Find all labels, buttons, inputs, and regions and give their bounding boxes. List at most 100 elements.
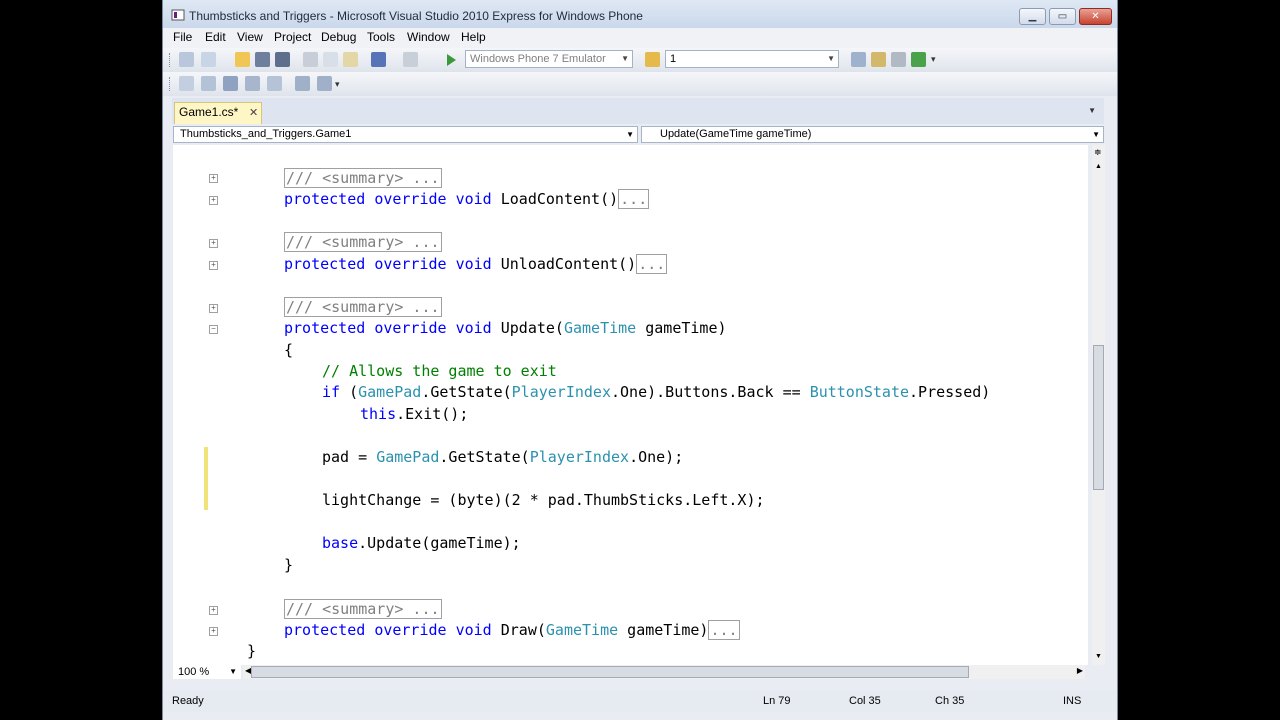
- class-dropdown[interactable]: Thumbsticks_and_Triggers.Game1 ▼: [173, 126, 638, 143]
- open-file-icon[interactable]: [235, 52, 250, 67]
- find-in-files-icon[interactable]: [645, 52, 660, 67]
- expand-region-icon[interactable]: +: [209, 174, 218, 183]
- text-editor-toolbar: ▾: [163, 72, 1117, 96]
- code-line: }: [284, 556, 294, 574]
- member-dropdown[interactable]: Update(GameTime gameTime) ▼: [641, 126, 1104, 143]
- save-all-icon[interactable]: [275, 52, 290, 67]
- code-line: pad = GamePad.GetState(PlayerIndex.One);: [322, 448, 684, 466]
- code-line: lightChange = (byte)(2 * pad.ThumbSticks…: [322, 491, 765, 509]
- add-item-icon[interactable]: [201, 52, 216, 67]
- toolbar-overflow-icon[interactable]: ▾: [931, 54, 936, 65]
- code-line: }: [247, 642, 257, 660]
- comment-lines-icon[interactable]: [295, 76, 310, 91]
- title-bar: Thumbsticks and Triggers - Microsoft Vis…: [163, 0, 1117, 30]
- horizontal-scroll-thumb[interactable]: [251, 666, 969, 678]
- scroll-up-icon[interactable]: ▲: [1095, 163, 1102, 170]
- undo-icon[interactable]: [371, 52, 386, 67]
- tab-game1-cs[interactable]: Game1.cs* ✕: [174, 102, 262, 124]
- close-button[interactable]: ✕: [1079, 8, 1112, 25]
- code-line: protected override void LoadContent()...: [284, 189, 650, 209]
- menu-tools[interactable]: Tools: [367, 30, 395, 44]
- start-page-icon[interactable]: [911, 52, 926, 67]
- menu-window[interactable]: Window: [407, 30, 450, 44]
- collapse-region-icon[interactable]: −: [209, 325, 218, 334]
- window-title: Thumbsticks and Triggers - Microsoft Vis…: [189, 9, 643, 23]
- find-value: 1: [670, 53, 677, 65]
- expand-region-icon[interactable]: +: [209, 196, 218, 205]
- code-line: // Allows the game to exit: [322, 362, 557, 380]
- solution-explorer-icon[interactable]: [851, 52, 866, 67]
- target-device-combo[interactable]: Windows Phone 7 Emulator ▼: [465, 50, 633, 68]
- scroll-right-icon[interactable]: ▶: [1077, 666, 1083, 675]
- visual-studio-icon: [171, 9, 185, 21]
- code-line: /// <summary> ...: [284, 232, 442, 253]
- code-editor[interactable]: + /// <summary> ... + protected override…: [173, 145, 1088, 665]
- code-line: if (GamePad.GetState(PlayerIndex.One).Bu…: [322, 383, 991, 401]
- toolbox-icon[interactable]: [891, 52, 906, 67]
- find-combo[interactable]: 1 ▼: [665, 50, 839, 68]
- menu-view[interactable]: View: [237, 30, 263, 44]
- redo-icon[interactable]: [403, 52, 418, 67]
- zoom-combo[interactable]: 100 % ▼: [173, 665, 241, 679]
- target-device-value: Windows Phone 7 Emulator: [470, 53, 606, 65]
- toolbar-overflow-icon[interactable]: ▾: [335, 79, 340, 90]
- expand-region-icon[interactable]: +: [209, 627, 218, 636]
- outdent-icon[interactable]: [267, 76, 282, 91]
- expand-region-icon[interactable]: +: [209, 304, 218, 313]
- menu-file[interactable]: File: [173, 30, 192, 44]
- paste-icon[interactable]: [343, 52, 358, 67]
- minimize-button[interactable]: ▁: [1019, 8, 1046, 25]
- tab-list-icon[interactable]: ▼: [1088, 106, 1096, 115]
- status-char: Ch 35: [935, 695, 965, 707]
- menu-help[interactable]: Help: [461, 30, 486, 44]
- parameter-info-icon[interactable]: [201, 76, 216, 91]
- split-icon[interactable]: ≑: [1094, 147, 1102, 158]
- status-column: Col 35: [849, 695, 881, 707]
- collapsed-summary[interactable]: /// <summary> ...: [284, 599, 442, 619]
- standard-toolbar: Windows Phone 7 Emulator ▼ 1 ▼ ▾: [163, 48, 1117, 72]
- expand-region-icon[interactable]: +: [209, 239, 218, 248]
- complete-word-icon[interactable]: [245, 76, 260, 91]
- maximize-button[interactable]: ▭: [1049, 8, 1076, 25]
- properties-icon[interactable]: [871, 52, 886, 67]
- code-line: protected override void Draw(GameTime ga…: [284, 620, 740, 640]
- vertical-scrollbar[interactable]: ≑ ▲ ▼: [1092, 145, 1105, 665]
- save-icon[interactable]: [255, 52, 270, 67]
- status-ready: Ready: [172, 695, 204, 707]
- change-indicator: [204, 447, 208, 510]
- vertical-scroll-thumb[interactable]: [1093, 345, 1104, 490]
- copy-icon[interactable]: [323, 52, 338, 67]
- new-project-icon[interactable]: [179, 52, 194, 67]
- code-line: /// <summary> ...: [284, 599, 442, 620]
- status-line: Ln 79: [763, 695, 791, 707]
- quick-info-icon[interactable]: [223, 76, 238, 91]
- cut-icon[interactable]: [303, 52, 318, 67]
- expand-region-icon[interactable]: +: [209, 606, 218, 615]
- status-bar: Ready Ln 79 Col 35 Ch 35 INS: [163, 690, 1117, 712]
- collapsed-summary[interactable]: /// <summary> ...: [284, 297, 442, 317]
- collapsed-summary[interactable]: /// <summary> ...: [284, 168, 442, 188]
- code-line: base.Update(gameTime);: [322, 534, 521, 552]
- object-members-icon[interactable]: [179, 76, 194, 91]
- expand-region-icon[interactable]: +: [209, 261, 218, 270]
- class-value: Thumbsticks_and_Triggers.Game1: [180, 128, 352, 140]
- collapsed-body[interactable]: ...: [618, 189, 650, 209]
- toolbar-grip: [169, 53, 173, 67]
- scroll-down-icon[interactable]: ▼: [1095, 653, 1102, 660]
- menu-edit[interactable]: Edit: [205, 30, 226, 44]
- code-line: /// <summary> ...: [284, 297, 442, 318]
- code-line: /// <summary> ...: [284, 168, 442, 189]
- collapsed-summary[interactable]: /// <summary> ...: [284, 232, 442, 252]
- start-debugging-icon[interactable]: [445, 53, 457, 67]
- uncomment-lines-icon[interactable]: [317, 76, 332, 91]
- chevron-down-icon: ▼: [626, 130, 634, 139]
- collapsed-body[interactable]: ...: [708, 620, 740, 640]
- menu-project[interactable]: Project: [274, 30, 311, 44]
- close-tab-icon[interactable]: ✕: [249, 104, 258, 122]
- code-line: protected override void UnloadContent().…: [284, 254, 668, 274]
- menu-bar: File Edit View Project Debug Tools Windo…: [163, 28, 1117, 48]
- horizontal-scrollbar[interactable]: ◀ ▶: [243, 665, 1085, 679]
- menu-debug[interactable]: Debug: [321, 30, 356, 44]
- zoom-value: 100 %: [178, 666, 210, 678]
- collapsed-body[interactable]: ...: [636, 254, 668, 274]
